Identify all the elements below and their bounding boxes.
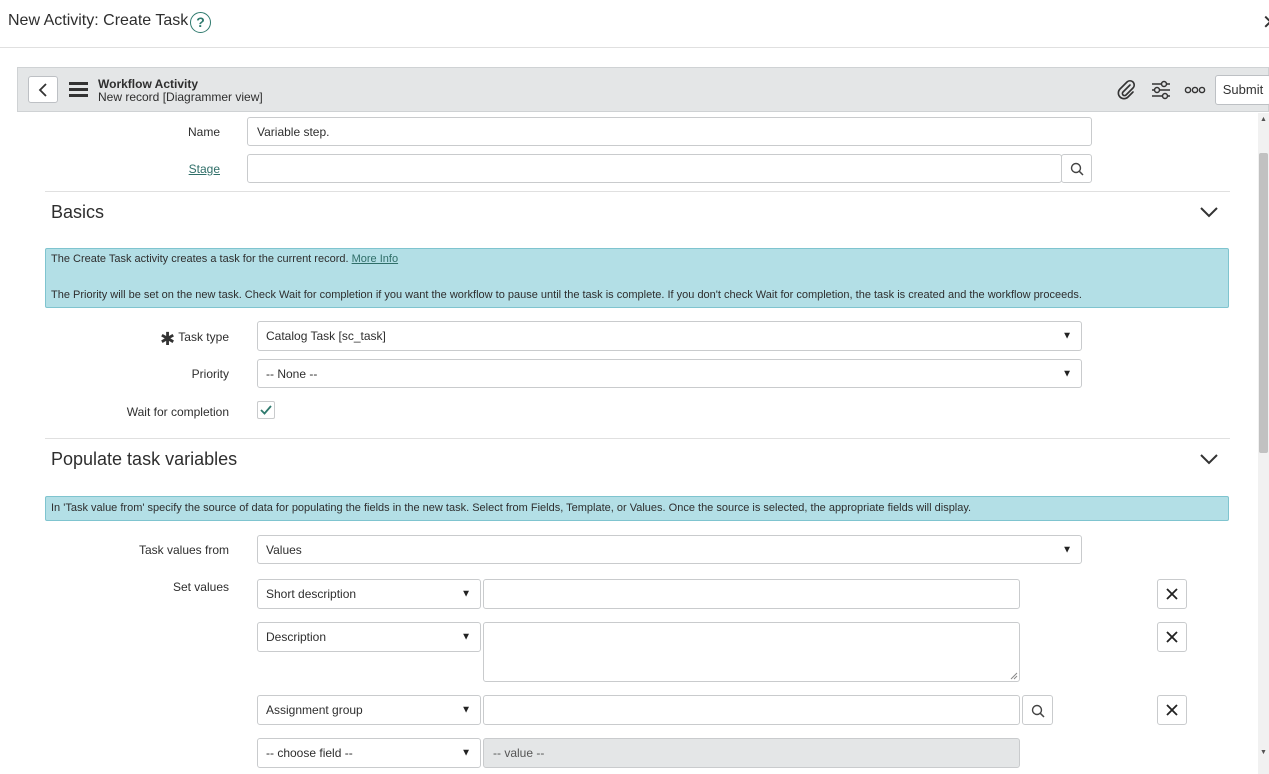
set-value-input[interactable] [483,579,1020,609]
set-value-field: Assignment group [266,703,363,717]
set-value-field-select[interactable]: Short description ▼ [257,579,481,609]
task-type-select[interactable]: Catalog Task [sc_task] ▼ [257,321,1082,351]
set-value-field: Short description [266,587,357,601]
task-values-from-label: Task values from [138,543,229,557]
dropdown-arrow-icon: ▼ [461,704,471,716]
basics-info-box: The Create Task activity creates a task … [45,248,1229,308]
priority-value: -- None -- [266,366,318,381]
checkmark-icon [260,405,272,415]
set-value-field: -- choose field -- [266,746,353,760]
remove-row-button[interactable] [1157,695,1187,725]
task-type-value: Catalog Task [sc_task] [266,329,386,343]
scroll-up-icon[interactable]: ▲ [1260,116,1267,123]
basics-info-text2: The Priority will be set on the new task… [51,289,1082,301]
remove-row-button[interactable] [1157,622,1187,652]
form-subtitle: New record [Diagrammer view] [98,90,263,104]
dropdown-arrow-icon: ▼ [1062,330,1072,342]
task-values-from-select[interactable]: Values ▼ [257,535,1082,564]
section-divider [45,191,1230,192]
close-icon [1166,631,1178,643]
priority-label: Priority [191,367,229,381]
paperclip-icon[interactable] [1115,79,1137,101]
set-value-input-disabled: -- value -- [483,738,1020,768]
modal-header: New Activity: Create Task ? ✕ [0,0,1269,48]
back-button[interactable] [28,76,58,103]
set-value-field-select[interactable]: Assignment group ▼ [257,695,481,725]
chevron-down-icon[interactable] [1200,453,1218,465]
menu-icon[interactable] [69,82,88,97]
dropdown-arrow-icon: ▼ [461,631,471,643]
populate-section-title: Populate task variables [51,449,238,469]
close-icon[interactable]: ✕ [1262,10,1269,35]
priority-select[interactable]: -- None -- ▼ [257,359,1082,388]
set-value-field-select[interactable]: -- choose field -- ▼ [257,738,481,768]
more-options-icon[interactable] [1184,79,1206,101]
scroll-down-icon[interactable]: ▼ [1260,749,1267,756]
scroll-thumb[interactable] [1259,153,1268,453]
settings-sliders-icon[interactable] [1150,79,1172,101]
set-value-textarea[interactable] [483,622,1020,682]
set-value-input[interactable] [483,695,1020,725]
task-type-label: Task type [178,330,229,344]
wait-for-completion-checkbox[interactable] [257,401,275,419]
task-values-from-value: Values [266,542,302,557]
more-info-link[interactable]: More Info [352,253,398,265]
dropdown-arrow-icon: ▼ [1062,368,1072,379]
dropdown-arrow-icon: ▼ [1062,544,1072,555]
set-value-field: Description [266,630,327,644]
basics-info-text: The Create Task activity creates a task … [51,253,349,265]
basics-section-title: Basics [51,202,105,222]
assignment-group-search-button[interactable] [1022,695,1053,725]
form-header: Workflow Activity New record [Diagrammer… [17,67,1269,112]
dropdown-arrow-icon: ▼ [461,588,471,600]
section-divider [45,438,1230,439]
modal-title: New Activity: Create Task [8,12,189,29]
chevron-left-icon [38,83,47,97]
scrollbar[interactable]: ▲ ▼ [1258,113,1269,774]
search-icon [1031,704,1045,718]
populate-info-text: In 'Task value from' specify the source … [51,502,972,514]
help-icon[interactable]: ? [190,12,211,33]
submit-button[interactable]: Submit [1215,75,1269,105]
dropdown-arrow-icon: ▼ [461,747,471,759]
wait-for-completion-label: Wait for completion [126,405,229,419]
resize-handle-icon[interactable] [1010,672,1018,680]
stage-input[interactable] [247,154,1062,183]
close-icon [1166,588,1178,600]
stage-search-button[interactable] [1061,154,1092,183]
close-icon [1166,704,1178,716]
name-label: Name [187,125,220,139]
form-title: Workflow Activity [98,77,199,91]
chevron-down-icon[interactable] [1200,206,1218,218]
set-value-field-select[interactable]: Description ▼ [257,622,481,652]
stage-label-link[interactable]: Stage [150,162,220,176]
populate-info-box: In 'Task value from' specify the source … [45,496,1229,521]
name-input[interactable]: Variable step. [247,117,1092,146]
search-icon [1070,162,1084,176]
remove-row-button[interactable] [1157,579,1187,609]
set-values-label: Set values [172,580,229,594]
